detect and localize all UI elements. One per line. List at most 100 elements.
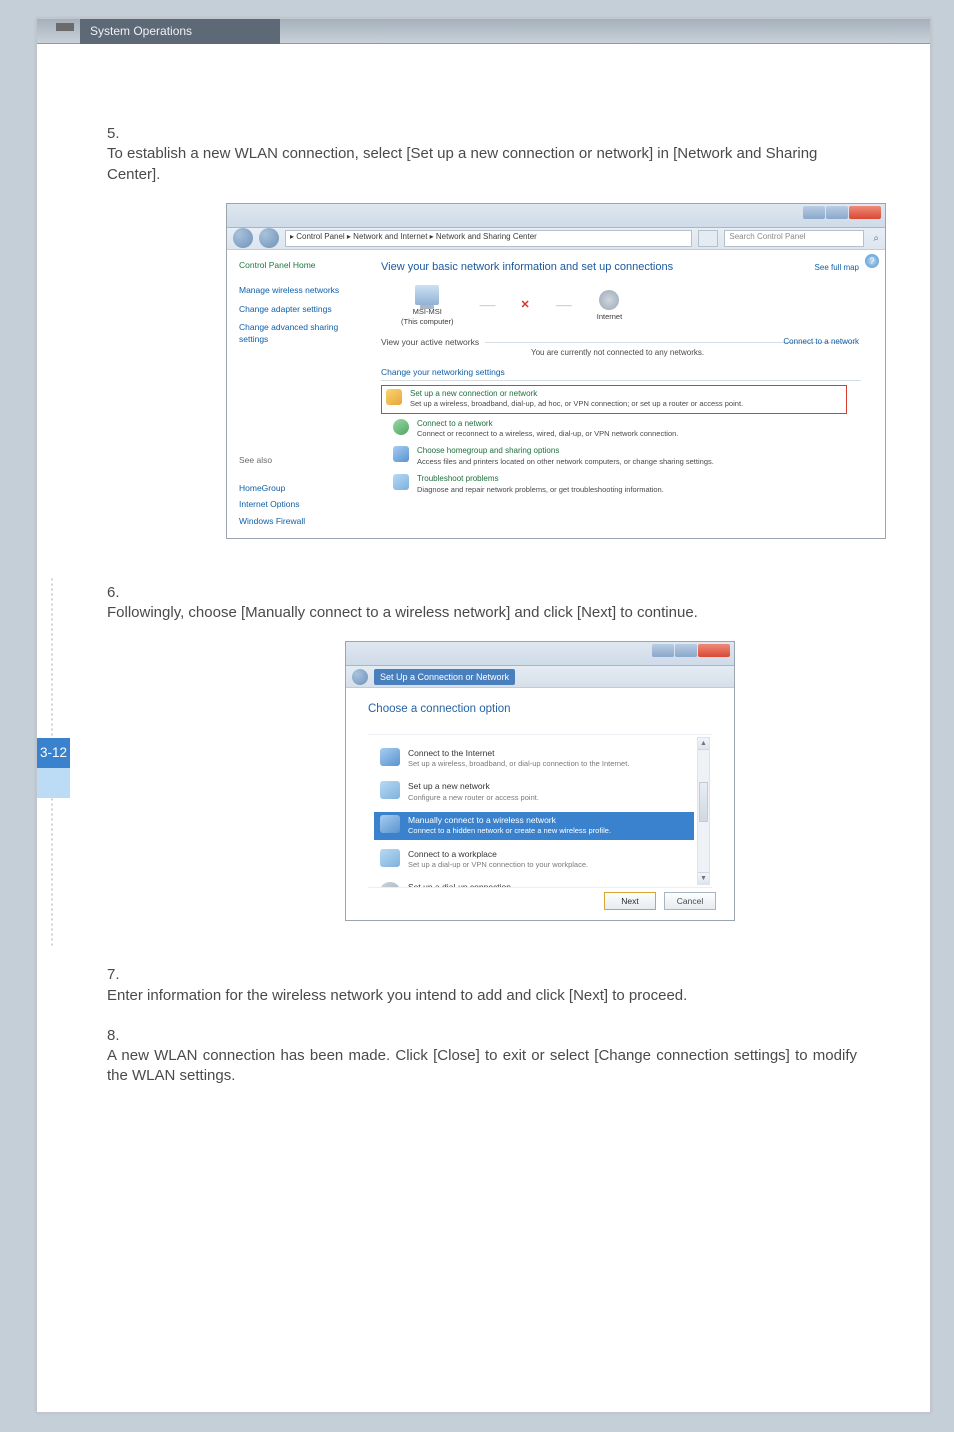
option-new-network[interactable]: Set up a new networkConfigure a new rout…: [374, 778, 694, 806]
connect-network-icon: [393, 419, 409, 435]
homegroup-icon: [393, 446, 409, 462]
wizard-heading: Choose a connection option: [368, 702, 712, 718]
option-desc: Configure a new router or access point.: [408, 793, 539, 803]
scrollbar[interactable]: ▲ ▼: [697, 737, 710, 885]
main-panel: View your basic network information and …: [381, 250, 885, 538]
option-title: Connect to a workplace: [408, 849, 588, 860]
maximize-button[interactable]: [826, 206, 848, 219]
option-setup-connection[interactable]: Set up a new connection or network Set u…: [386, 389, 842, 410]
option-title: Connect to a network: [417, 419, 678, 430]
connection-options-list: Connect to the InternetSet up a wireless…: [368, 734, 712, 888]
map-dash: ——: [480, 300, 495, 311]
option-text: Choose homegroup and sharing options Acc…: [417, 446, 714, 467]
cancel-button[interactable]: Cancel: [664, 892, 716, 910]
see-also-link[interactable]: Internet Options: [239, 499, 369, 510]
change-settings-heading: Change your networking settings: [381, 367, 861, 380]
highlight-outline: Set up a new connection or network Set u…: [381, 385, 847, 414]
workplace-icon: [380, 849, 400, 867]
new-network-icon: [380, 781, 400, 799]
option-title: Set up a dial-up connection: [408, 882, 576, 888]
dialog-buttons: Next Cancel: [604, 892, 716, 910]
option-title: Manually connect to a wireless network: [408, 815, 611, 826]
page-header-title: System Operations: [80, 19, 280, 44]
option-desc: Set up a dial-up or VPN connection to yo…: [408, 860, 588, 870]
connect-to-network-link[interactable]: Connect to a network: [783, 337, 859, 348]
connect-internet-icon: [380, 748, 400, 766]
main-heading: View your basic network information and …: [381, 260, 861, 275]
nav-back-icon[interactable]: [352, 669, 368, 685]
see-also-link[interactable]: Windows Firewall: [239, 516, 369, 527]
step-6: 6. Followingly, choose [Manually connect…: [107, 583, 877, 624]
see-also-link[interactable]: HomeGroup: [239, 483, 369, 494]
search-icon[interactable]: ⌕: [873, 232, 879, 246]
option-connect-network[interactable]: Connect to a network Connect or reconnec…: [393, 419, 861, 440]
troubleshoot-icon: [393, 474, 409, 490]
refresh-button[interactable]: [698, 230, 718, 247]
map-node-this-pc: MSI-MSI (This computer): [401, 285, 454, 327]
sidebar-link[interactable]: Manage wireless networks: [239, 285, 369, 296]
step-text: A new WLAN connection has been made. Cli…: [107, 1046, 857, 1087]
scroll-up-button[interactable]: ▲: [698, 738, 709, 750]
option-desc: Set up a wireless, broadband, dial-up, a…: [410, 399, 743, 409]
step-num: 5.: [107, 124, 125, 144]
option-dial-up[interactable]: Set up a dial-up connectionConnect to th…: [374, 879, 694, 888]
pc-icon: [415, 285, 439, 305]
close-button[interactable]: [698, 644, 730, 657]
step-8: 8. A new WLAN connection has been made. …: [107, 1026, 877, 1087]
option-title: Set up a new network: [408, 781, 539, 792]
option-title: Connect to the Internet: [408, 748, 629, 759]
option-title: Choose homegroup and sharing options: [417, 446, 714, 457]
address-bar: ▸ Control Panel ▸ Network and Internet ▸…: [227, 228, 885, 250]
wizard-header: Set Up a Connection or Network: [346, 666, 734, 688]
page-number-tab: 3-12: [37, 738, 70, 768]
scroll-thumb[interactable]: [699, 782, 708, 822]
dial-up-icon: [380, 882, 400, 888]
next-button[interactable]: Next: [604, 892, 656, 910]
option-manual-wireless-selected[interactable]: Manually connect to a wireless networkCo…: [374, 812, 694, 840]
header-band: System Operations: [37, 19, 930, 44]
sidebar-link[interactable]: Change adapter settings: [239, 304, 369, 315]
option-desc: Set up a wireless, broadband, or dial-up…: [408, 759, 629, 769]
window-body: Control Panel Home Manage wireless netwo…: [227, 250, 885, 538]
see-full-map-link[interactable]: See full map: [815, 263, 859, 274]
scroll-down-button[interactable]: ▼: [698, 872, 709, 884]
sidebar-link[interactable]: Change advanced sharing settings: [239, 322, 369, 345]
globe-icon: [599, 290, 619, 310]
step-num: 8.: [107, 1026, 125, 1046]
close-button[interactable]: [849, 206, 881, 219]
document-page: System Operations 3-12 5. To establish a…: [36, 18, 931, 1413]
nav-back-icon[interactable]: [233, 228, 253, 248]
option-desc: Connect to a hidden network or create a …: [408, 826, 611, 836]
option-connect-internet[interactable]: Connect to the InternetSet up a wireless…: [374, 745, 694, 773]
option-text: Connect to a network Connect or reconnec…: [417, 419, 678, 440]
step-5: 5. To establish a new WLAN connection, s…: [107, 124, 877, 185]
map-disconnect-icon: ✕: [521, 298, 530, 313]
search-input[interactable]: Search Control Panel: [724, 230, 864, 247]
maximize-button[interactable]: [675, 644, 697, 657]
window-titlebar: [346, 642, 734, 666]
step-num: 7.: [107, 965, 125, 985]
minimize-button[interactable]: [652, 644, 674, 657]
breadcrumb[interactable]: ▸ Control Panel ▸ Network and Internet ▸…: [285, 230, 692, 247]
page-number-under: [37, 768, 70, 798]
step-text: Enter information for the wireless netwo…: [107, 986, 857, 1006]
wizard-body: Choose a connection option Connect to th…: [346, 688, 734, 920]
option-homegroup[interactable]: Choose homegroup and sharing options Acc…: [393, 446, 861, 467]
screenshot-set-up-connection: Set Up a Connection or Network Choose a …: [345, 641, 735, 921]
nav-forward-icon[interactable]: [259, 228, 279, 248]
minimize-button[interactable]: [803, 206, 825, 219]
screenshot-network-sharing-center: ▸ Control Panel ▸ Network and Internet ▸…: [226, 203, 886, 539]
option-text: Set up a new connection or network Set u…: [410, 389, 743, 410]
search-placeholder: Search Control Panel: [729, 232, 805, 241]
option-workplace[interactable]: Connect to a workplaceSet up a dial-up o…: [374, 846, 694, 874]
window-buttons: [652, 644, 730, 657]
step-num: 6.: [107, 583, 125, 603]
sidebar-home[interactable]: Control Panel Home: [239, 260, 369, 271]
map-node-internet: Internet: [597, 290, 622, 322]
see-also-label: See also: [239, 455, 369, 466]
content-area: 5. To establish a new WLAN connection, s…: [107, 124, 877, 1105]
option-troubleshoot[interactable]: Troubleshoot problems Diagnose and repai…: [393, 474, 861, 495]
node-name: Internet: [597, 312, 622, 322]
node-sub: (This computer): [401, 317, 454, 327]
step-text: To establish a new WLAN connection, sele…: [107, 144, 857, 185]
